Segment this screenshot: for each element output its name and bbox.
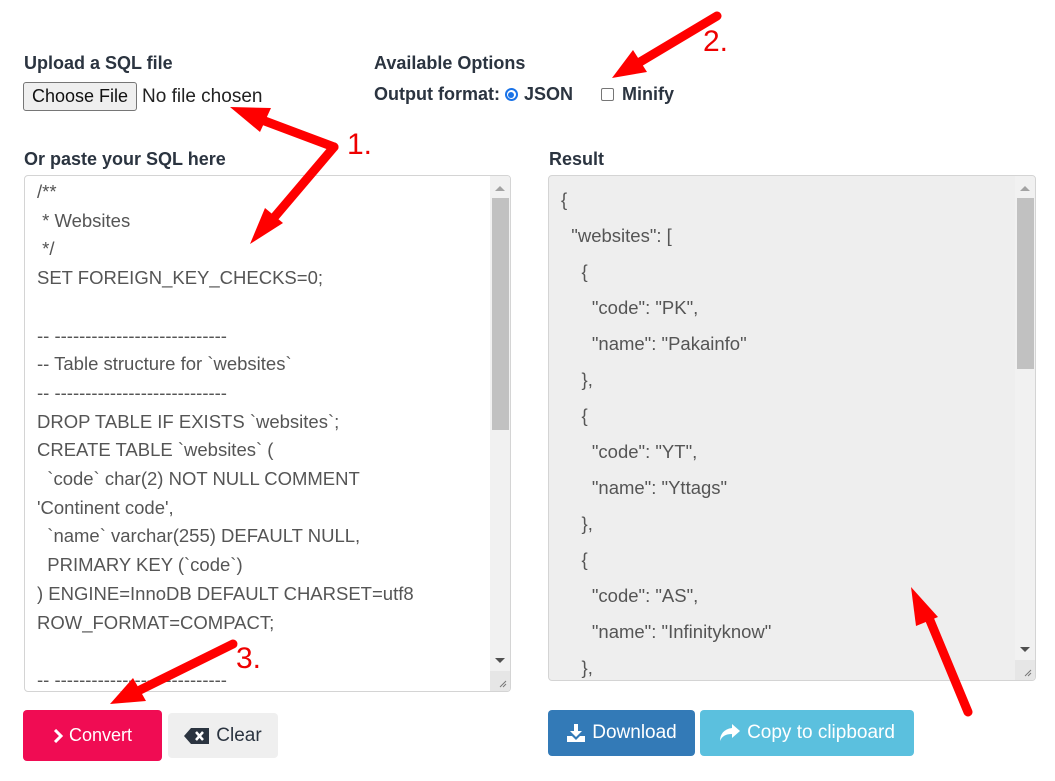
scroll-down-arrow-icon[interactable] [1020, 647, 1030, 652]
sql-textarea[interactable]: /** * Websites */ SET FOREIGN_KEY_CHECKS=… [24, 175, 511, 692]
clear-button[interactable]: Clear [168, 713, 278, 758]
text-line: "code": "PK", [561, 297, 699, 318]
text-line: DROP TABLE IF EXISTS `websites`; [37, 410, 340, 432]
clear-label: Clear [216, 724, 262, 746]
file-status: No file chosen [142, 85, 263, 107]
text-line [37, 637, 486, 666]
scroll-thumb[interactable] [492, 198, 509, 430]
sql-input-label: Or paste your SQL here [24, 149, 226, 169]
copy-button[interactable]: Copy to clipboard [700, 710, 914, 756]
text-line: SET FOREIGN_KEY_CHECKS=0; [37, 267, 323, 289]
json-radio[interactable] [504, 88, 518, 101]
backspace-icon [184, 727, 210, 744]
download-label: Download [592, 722, 677, 743]
result-label: Result [549, 149, 605, 169]
scroll-down-arrow-icon[interactable] [495, 658, 505, 663]
text-line: * Websites [37, 209, 131, 231]
result-textarea[interactable]: { "websites": [ { "code": "PK", "name": … [548, 175, 1036, 681]
minify-checkbox[interactable] [601, 88, 615, 101]
file-input[interactable]: Choose File No file chosen [23, 82, 262, 111]
annotation-step-2: 2. [703, 25, 729, 58]
text-line: -- ---------------------------- [37, 668, 227, 690]
resize-grip-icon[interactable] [1015, 660, 1035, 680]
text-line: -- Table structure for `websites` [37, 353, 292, 375]
annotation-step-3: 3. [236, 642, 262, 675]
text-line: { [561, 189, 568, 210]
text-line: "name": "Infinityknow" [561, 621, 772, 642]
text-line: 'Continent code', [37, 496, 174, 518]
output-format-label: Output format: [374, 84, 500, 104]
annotation-arrow-2 [612, 11, 722, 78]
download-icon [566, 723, 586, 743]
text-line: { [561, 549, 588, 570]
text-line: "code": "AS", [561, 585, 699, 606]
text-line: `code` char(2) NOT NULL COMMENT [37, 468, 360, 490]
text-line: "name": "Yttags" [561, 477, 728, 498]
chevron-right-icon [53, 728, 63, 743]
upload-label: Upload a SQL file [24, 53, 173, 73]
text-line: CREATE TABLE `websites` ( [37, 439, 274, 461]
text-line: "websites": [ [561, 225, 672, 246]
sql-text: /** * Websites */ SET FOREIGN_KEY_CHECKS=… [37, 178, 486, 691]
sql-scrollbar[interactable] [490, 176, 510, 691]
text-line: ROW_FORMAT=COMPACT; [37, 611, 275, 633]
text-line: -- ---------------------------- [37, 324, 227, 346]
text-line: }, [561, 513, 593, 534]
text-line: "name": "Pakainfo" [561, 333, 747, 354]
scroll-thumb[interactable] [1017, 198, 1034, 369]
annotation-step-1: 1. [347, 128, 373, 161]
text-line: "code": "YT", [561, 441, 698, 462]
result-scrollbar[interactable] [1015, 176, 1035, 680]
text-line: { [561, 261, 588, 282]
json-radio-label[interactable]: JSON [524, 84, 573, 105]
download-button[interactable]: Download [548, 710, 695, 756]
text-line: `name` varchar(255) DEFAULT NULL, [37, 525, 361, 547]
copy-label: Copy to clipboard [747, 722, 895, 743]
convert-label: Convert [68, 725, 133, 745]
text-line: /** [37, 181, 57, 202]
scroll-up-arrow-icon[interactable] [495, 186, 505, 191]
text-line: PRIMARY KEY (`code`) [37, 554, 243, 576]
text-line: */ [37, 238, 55, 260]
annotation-arrow-1a [230, 107, 339, 152]
options-label: Available Options [374, 53, 526, 73]
choose-file-button[interactable]: Choose File [23, 82, 138, 111]
text-line: }, [561, 369, 593, 390]
result-text: { "websites": [ { "code": "PK", "name": … [561, 182, 1011, 680]
text-line: ) ENGINE=InnoDB DEFAULT CHARSET=utf8 [37, 582, 414, 604]
text-line: }, [561, 657, 593, 678]
share-arrow-icon [719, 724, 741, 742]
text-line: -- ---------------------------- [37, 381, 227, 403]
text-line [37, 293, 486, 322]
minify-label[interactable]: Minify [622, 84, 674, 105]
output-format-options: Output format: JSON Minify [374, 84, 674, 105]
text-line: { [561, 405, 588, 426]
resize-grip-icon[interactable] [490, 671, 510, 691]
radio-selected-dot [508, 91, 515, 98]
convert-button[interactable]: Convert [23, 710, 162, 761]
scroll-up-arrow-icon[interactable] [1020, 186, 1030, 191]
